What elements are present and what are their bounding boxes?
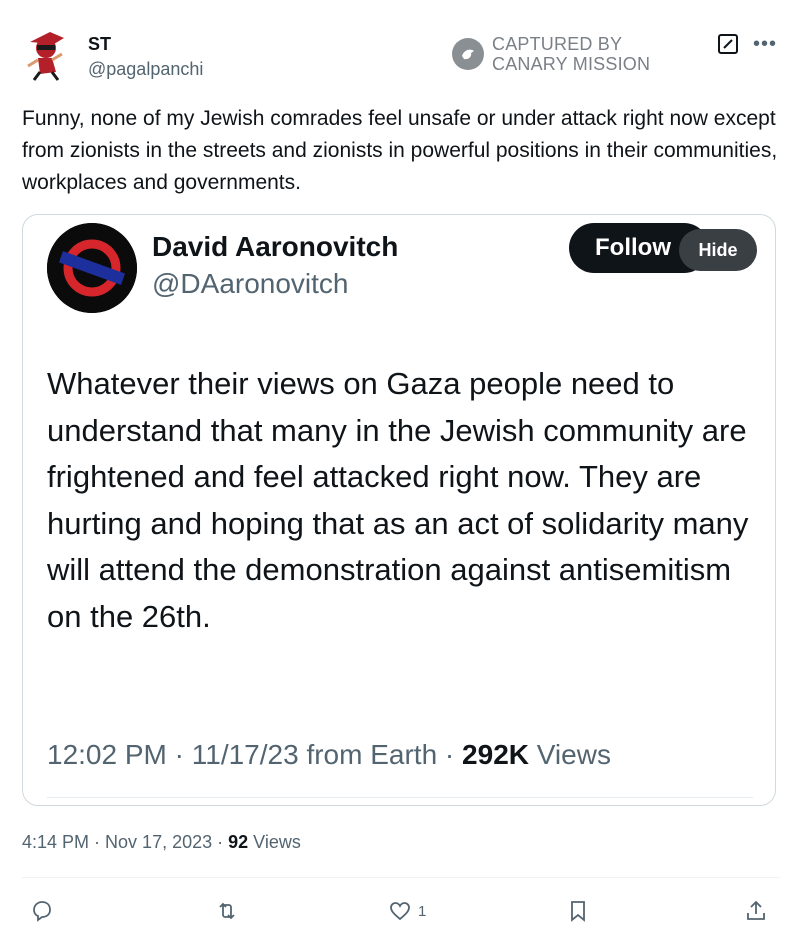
watermark-line1: CAPTURED BY <box>492 34 623 54</box>
quoted-author-name[interactable]: David Aaronovitch <box>152 231 398 263</box>
canary-mission-watermark: CAPTURED BY CANARY MISSION <box>452 34 650 74</box>
quoted-meta: 12:02 PM · 11/17/23 from Earth · 292K Vi… <box>47 739 611 770</box>
author-name[interactable]: ST <box>88 34 111 55</box>
quoted-divider <box>47 797 753 798</box>
share-icon <box>747 900 765 920</box>
quoted-time[interactable]: 12:02 PM <box>47 739 167 770</box>
post-text: Funny, none of my Jewish comrades feel u… <box>22 107 778 194</box>
post-views-label: Views <box>253 832 301 852</box>
like-button[interactable]: 1 <box>388 897 426 925</box>
watermark-line2: CANARY MISSION <box>492 54 651 74</box>
post-views-count: 92 <box>228 832 249 852</box>
quoted-text: Whatever their views on Gaza people need… <box>47 366 749 634</box>
reply-icon <box>33 901 51 922</box>
quoted-views-count: 292K <box>462 739 529 770</box>
more-icon[interactable]: ••• <box>753 34 777 54</box>
like-count: 1 <box>418 902 427 920</box>
quoted-avatar[interactable] <box>47 223 137 313</box>
hide-button[interactable]: Hide <box>679 229 757 271</box>
grok-icon[interactable] <box>717 33 739 55</box>
author-handle[interactable]: @pagalpanchi <box>88 59 203 80</box>
retweet-button[interactable] <box>215 897 239 925</box>
action-divider <box>22 877 780 878</box>
post-time[interactable]: 4:14 PM <box>22 832 89 852</box>
author-avatar[interactable] <box>20 28 74 82</box>
bookmark-icon <box>571 901 585 922</box>
retweet-icon <box>219 902 235 920</box>
reply-button[interactable] <box>30 897 54 925</box>
quoted-views-label: Views <box>536 739 611 770</box>
bookmark-button[interactable] <box>566 897 590 925</box>
quoted-tweet[interactable]: David Aaronovitch @DAaronovitch Follow H… <box>22 214 776 806</box>
quoted-source: from Earth <box>306 739 438 770</box>
post-meta: 4:14 PM · Nov 17, 2023 · 92 Views <box>22 832 301 852</box>
post-date[interactable]: Nov 17, 2023 <box>105 832 212 852</box>
quoted-author-handle[interactable]: @DAaronovitch <box>152 268 349 300</box>
quoted-date[interactable]: 11/17/23 <box>192 739 299 770</box>
share-button[interactable] <box>744 897 768 925</box>
like-icon <box>390 902 410 921</box>
canary-logo-icon <box>452 38 484 70</box>
